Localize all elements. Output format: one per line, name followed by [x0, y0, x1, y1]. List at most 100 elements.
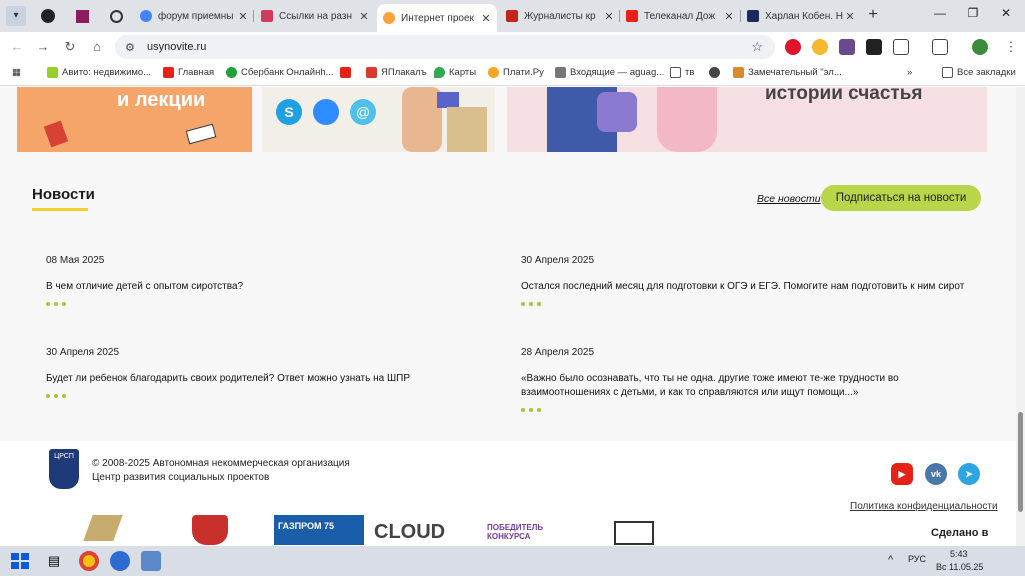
- tray-chevron-icon[interactable]: ^: [888, 554, 893, 566]
- bookmark-inbox[interactable]: Входящие — aguag...: [555, 67, 664, 78]
- app-icon[interactable]: [141, 551, 161, 571]
- subscribe-button[interactable]: Подписаться на новости: [821, 185, 981, 211]
- tab-journalists[interactable]: Журналисты кр ✕: [500, 4, 620, 28]
- close-icon[interactable]: ✕: [357, 10, 371, 23]
- site-info-icon[interactable]: ⚙: [125, 41, 141, 54]
- bookmark-yaplakal[interactable]: ЯПлакалъ: [366, 67, 427, 78]
- vk-icon[interactable]: vk: [925, 463, 947, 485]
- url-text[interactable]: usynovite.ru: [147, 41, 206, 53]
- scrollbar-thumb[interactable]: [1018, 412, 1023, 512]
- site-icon: [366, 67, 377, 78]
- avatar[interactable]: [972, 39, 988, 55]
- bookmark-main[interactable]: Главная: [163, 67, 214, 78]
- tab-links[interactable]: Ссылки на разн ✕: [255, 4, 375, 28]
- chrome-icon[interactable]: [79, 551, 99, 571]
- contest-winner-logo[interactable]: ПОБЕДИТЕЛЬ КОНКУРСА: [487, 515, 577, 545]
- more-dots-icon[interactable]: [521, 408, 981, 412]
- telegram-icon[interactable]: ➤: [958, 463, 980, 485]
- extensions-puzzle-icon[interactable]: [893, 39, 909, 55]
- title-underline: [32, 208, 88, 211]
- privacy-policy-link[interactable]: Политика конфиденциальности: [850, 501, 998, 512]
- clock-time[interactable]: 5:43: [950, 549, 968, 559]
- news-headline[interactable]: Остался последний месяц для подготовки к…: [521, 280, 981, 294]
- bookmark-plati[interactable]: Плати.Ру: [488, 67, 544, 78]
- more-dots-icon[interactable]: [46, 394, 506, 398]
- bookmark-globe[interactable]: [709, 67, 724, 78]
- back-icon[interactable]: ←: [8, 38, 26, 56]
- start-icon[interactable]: [9, 551, 29, 571]
- partner-logo[interactable]: [82, 515, 123, 545]
- bookmark-youtube[interactable]: [340, 67, 355, 78]
- youtube-icon: [340, 67, 351, 78]
- close-window-button[interactable]: ✕: [996, 6, 1016, 24]
- banner-happiness[interactable]: истории счастья: [507, 87, 987, 152]
- tab-search-button[interactable]: ▾: [6, 6, 26, 26]
- all-news-link[interactable]: Все новости: [757, 193, 821, 205]
- extension-icon[interactable]: [839, 39, 855, 55]
- bookmark-star-icon[interactable]: ☆: [751, 39, 763, 55]
- bookmark-sberbank[interactable]: Сбербанк Онлайнh...: [226, 67, 334, 78]
- close-icon[interactable]: ✕: [722, 10, 736, 23]
- gazprom-logo[interactable]: ГАЗПРОМ 75: [274, 515, 364, 545]
- more-dots-icon[interactable]: [46, 302, 506, 306]
- browser-icon[interactable]: [110, 551, 130, 571]
- apps-icon[interactable]: ▦: [12, 67, 21, 78]
- news-headline[interactable]: «Важно было осознавать, что ты не одна. …: [521, 372, 981, 400]
- reload-icon[interactable]: ↻: [61, 38, 79, 56]
- bookmark-all[interactable]: Все закладки: [942, 67, 1016, 78]
- mail-icon[interactable]: [614, 515, 654, 545]
- close-icon[interactable]: ✕: [843, 10, 857, 23]
- pinned-tab-1[interactable]: [38, 6, 58, 26]
- menu-icon[interactable]: ⋮: [1002, 38, 1020, 56]
- close-icon[interactable]: ✕: [602, 10, 616, 23]
- crsp-logo[interactable]: ЦРСП: [49, 449, 79, 489]
- news-item[interactable]: 28 Апреля 2025 «Важно было осознавать, ч…: [521, 347, 981, 412]
- opera-icon[interactable]: [785, 39, 801, 55]
- tab-coben[interactable]: Харлан Кобен. Н ✕: [741, 4, 861, 28]
- bookmark-remarkable[interactable]: Замечательный "эл...: [733, 67, 842, 78]
- bookmark-avito[interactable]: Авито: недвижимо...: [47, 67, 151, 78]
- task-view-icon[interactable]: ▤: [44, 551, 64, 571]
- google-icon: [140, 10, 152, 22]
- bookmark-tv[interactable]: тв: [670, 67, 694, 78]
- youtube-icon[interactable]: ▶: [891, 463, 913, 485]
- tab-strip: ▾ форум приемны ✕ Ссылки на разн ✕ Интер…: [0, 0, 1025, 32]
- banner-lectures[interactable]: и лекции: [17, 87, 252, 152]
- more-dots-icon[interactable]: [521, 302, 981, 306]
- news-item[interactable]: 30 Апреля 2025 Остался последний месяц д…: [521, 255, 981, 306]
- folder-icon: [942, 67, 953, 78]
- extension-icon[interactable]: [812, 39, 828, 55]
- news-item[interactable]: 08 Мая 2025 В чем отличие детей с опытом…: [46, 255, 506, 306]
- tab-dozhd[interactable]: Телеканал Дож ✕: [620, 4, 740, 28]
- new-tab-button[interactable]: +: [864, 6, 882, 24]
- coat-of-arms-logo[interactable]: [192, 515, 236, 545]
- zoom-icon: [313, 99, 339, 125]
- browser-toolbar: ← → ↻ ⌂ ⚙ usynovite.ru ☆ ⋮: [0, 32, 1025, 62]
- pinned-tab-2[interactable]: [72, 6, 92, 26]
- page-scrollbar[interactable]: [1016, 87, 1025, 546]
- news-headline[interactable]: В чем отличие детей с опытом сиротства?: [46, 280, 506, 294]
- close-icon[interactable]: ✕: [479, 12, 493, 25]
- clock-date[interactable]: Вс 11.05.25: [936, 562, 983, 572]
- language-indicator[interactable]: РУС: [908, 554, 926, 564]
- extension-icon[interactable]: [866, 39, 882, 55]
- site-icon: [506, 10, 518, 22]
- bookmark-maps[interactable]: Карты: [434, 67, 476, 78]
- more-bookmarks-icon[interactable]: »: [907, 67, 912, 78]
- forward-icon[interactable]: →: [34, 38, 52, 56]
- restore-button[interactable]: ❐: [963, 6, 983, 24]
- minimize-button[interactable]: —: [930, 6, 950, 24]
- tab-internet-project[interactable]: Интернет проек ✕: [377, 4, 497, 32]
- tab-forum[interactable]: форум приемны ✕: [134, 4, 254, 28]
- news-item[interactable]: 30 Апреля 2025 Будет ли ребенок благодар…: [46, 347, 506, 398]
- pinned-tab-3[interactable]: [106, 6, 126, 26]
- side-panel-icon[interactable]: [932, 39, 948, 55]
- home-icon[interactable]: ⌂: [88, 38, 106, 56]
- banner-online[interactable]: S @: [262, 87, 495, 152]
- news-section-title: Новости: [32, 186, 95, 203]
- close-icon[interactable]: ✕: [236, 10, 250, 23]
- pencil-icon: [733, 67, 744, 78]
- address-bar[interactable]: ⚙ usynovite.ru ☆: [115, 35, 775, 59]
- news-headline[interactable]: Будет ли ребенок благодарить своих родит…: [46, 372, 506, 386]
- cloud-logo[interactable]: CLOUD: [374, 515, 474, 545]
